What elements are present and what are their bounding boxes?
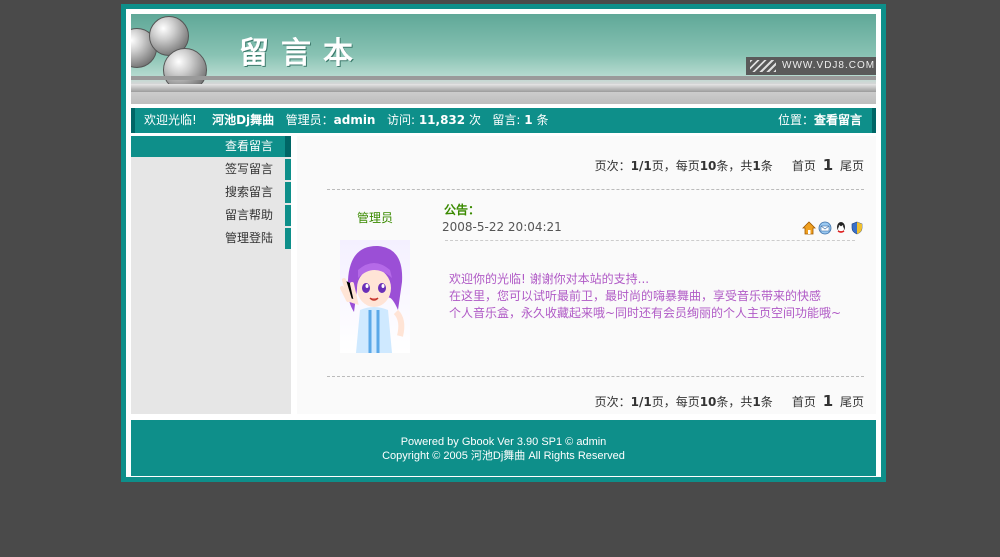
post-line: 在这里，您可以试听最前卫，最时尚的嗨暴舞曲，享受音乐带来的快感 bbox=[449, 289, 822, 303]
footer-powered-by: Powered by Gbook Ver 3.90 SP1 © admin bbox=[400, 436, 607, 448]
sidebar-item-help[interactable]: 留言帮助 bbox=[131, 205, 291, 226]
home-icon[interactable] bbox=[802, 221, 816, 235]
admin-label: 管理员： bbox=[285, 113, 334, 127]
pager-last-link[interactable]: 尾页 bbox=[840, 395, 864, 409]
pager-pages-unit: 页，每页 bbox=[651, 159, 700, 173]
qq-icon[interactable] bbox=[834, 221, 848, 235]
pager-pages-label: 页次： bbox=[594, 159, 631, 173]
page-inner: 留言本 WWW.VDJ8.COM 欢迎光临! 河池Dj舞曲 管理员：admin … bbox=[131, 14, 876, 476]
banner-bar bbox=[131, 84, 876, 92]
post-title: 公告： bbox=[444, 203, 481, 217]
pager-total-unit: 条 bbox=[760, 395, 773, 409]
info-bar: 欢迎光临! 河池Dj舞曲 管理员：admin 访问: 11,832 次 留言: … bbox=[131, 108, 876, 133]
stripes-icon bbox=[750, 60, 776, 72]
pager-current-page: 1 bbox=[822, 392, 834, 410]
post-date: 2008-5-22 20:04:21 bbox=[442, 220, 562, 234]
post-line: 个人音乐盒，永久收藏起来哦~同时还有会员绚丽的个人主页空间功能哦~ bbox=[449, 306, 842, 320]
page-frame: 留言本 WWW.VDJ8.COM 欢迎光临! 河池Dj舞曲 管理员：admin … bbox=[121, 4, 886, 482]
user-avatar bbox=[340, 240, 410, 353]
pager-total: 1 bbox=[752, 395, 761, 409]
pager-last-link[interactable]: 尾页 bbox=[840, 159, 864, 173]
visits-unit: 次 bbox=[468, 113, 481, 127]
post-actions bbox=[802, 221, 864, 235]
footer-copyright: Copyright © 2005 河池Dj舞曲 All Rights Reser… bbox=[382, 450, 625, 462]
post-divider bbox=[445, 240, 855, 241]
pager-per-page: 10 bbox=[699, 395, 717, 409]
email-icon[interactable] bbox=[818, 221, 832, 235]
pager-first-link[interactable]: 首页 bbox=[792, 395, 816, 409]
site-url: WWW.VDJ8.COM bbox=[782, 60, 876, 71]
pager-pages-value: 1/1 bbox=[630, 395, 652, 409]
sidebar-item-admin-login[interactable]: 管理登陆 bbox=[131, 228, 291, 249]
site-name[interactable]: 河池Dj舞曲 bbox=[212, 113, 274, 127]
sidebar-item-search-messages[interactable]: 搜索留言 bbox=[131, 182, 291, 203]
pager-bottom: 页次：1/1页，每页10条，共1条 首页 1 尾页 bbox=[595, 392, 864, 410]
sidebar-item-view-messages[interactable]: 查看留言 bbox=[131, 136, 291, 157]
pager-per-page-unit: 条，共 bbox=[716, 159, 753, 173]
main-content: 页次：1/1页，每页10条，共1条 首页 1 尾页 管理员 公告： 2008-5… bbox=[297, 136, 876, 414]
pager-total-unit: 条 bbox=[760, 159, 773, 173]
pager-pages-label: 页次： bbox=[594, 395, 631, 409]
pager-per-page-unit: 条，共 bbox=[716, 395, 753, 409]
pager-per-page: 10 bbox=[699, 159, 717, 173]
location-label: 位置： bbox=[777, 113, 814, 127]
header-banner: 留言本 WWW.VDJ8.COM bbox=[131, 14, 876, 104]
banner-title: 留言本 bbox=[239, 36, 365, 71]
pager-total: 1 bbox=[752, 159, 761, 173]
messages-unit: 条 bbox=[536, 113, 549, 127]
banner-rule bbox=[131, 76, 876, 80]
visits-count: 11,832 bbox=[418, 113, 466, 127]
pager-pages-unit: 页，每页 bbox=[651, 395, 700, 409]
sidebar-item-write-message[interactable]: 签写留言 bbox=[131, 159, 291, 180]
site-url-tag: WWW.VDJ8.COM bbox=[746, 57, 876, 75]
location-breadcrumb: 位置：查看留言 bbox=[778, 108, 862, 133]
welcome-text: 欢迎光临! bbox=[144, 113, 197, 127]
pager-current-page: 1 bbox=[822, 156, 834, 174]
pager-first-link[interactable]: 首页 bbox=[792, 159, 816, 173]
post-author: 管理员 bbox=[357, 211, 394, 225]
messages-label: 留言: bbox=[492, 113, 521, 127]
post-body: 欢迎你的光临! 谢谢你对本站的支持... 在这里，您可以试听最前卫，最时尚的嗨暴… bbox=[449, 271, 841, 322]
visits-label: 访问: bbox=[386, 113, 415, 127]
location-value[interactable]: 查看留言 bbox=[814, 113, 862, 127]
avatar-image bbox=[340, 245, 405, 353]
footer: Powered by Gbook Ver 3.90 SP1 © admin Co… bbox=[131, 420, 876, 476]
admin-name: admin bbox=[333, 113, 376, 127]
messages-count: 1 bbox=[524, 113, 533, 127]
pager-top: 页次：1/1页，每页10条，共1条 首页 1 尾页 bbox=[595, 156, 864, 174]
shield-icon[interactable] bbox=[850, 221, 864, 235]
divider bbox=[327, 189, 864, 190]
divider bbox=[327, 376, 864, 377]
post-line: 欢迎你的光临! 谢谢你对本站的支持... bbox=[449, 272, 650, 286]
sidebar: 查看留言 签写留言 搜索留言 留言帮助 管理登陆 bbox=[131, 136, 291, 414]
pager-pages-value: 1/1 bbox=[630, 159, 652, 173]
